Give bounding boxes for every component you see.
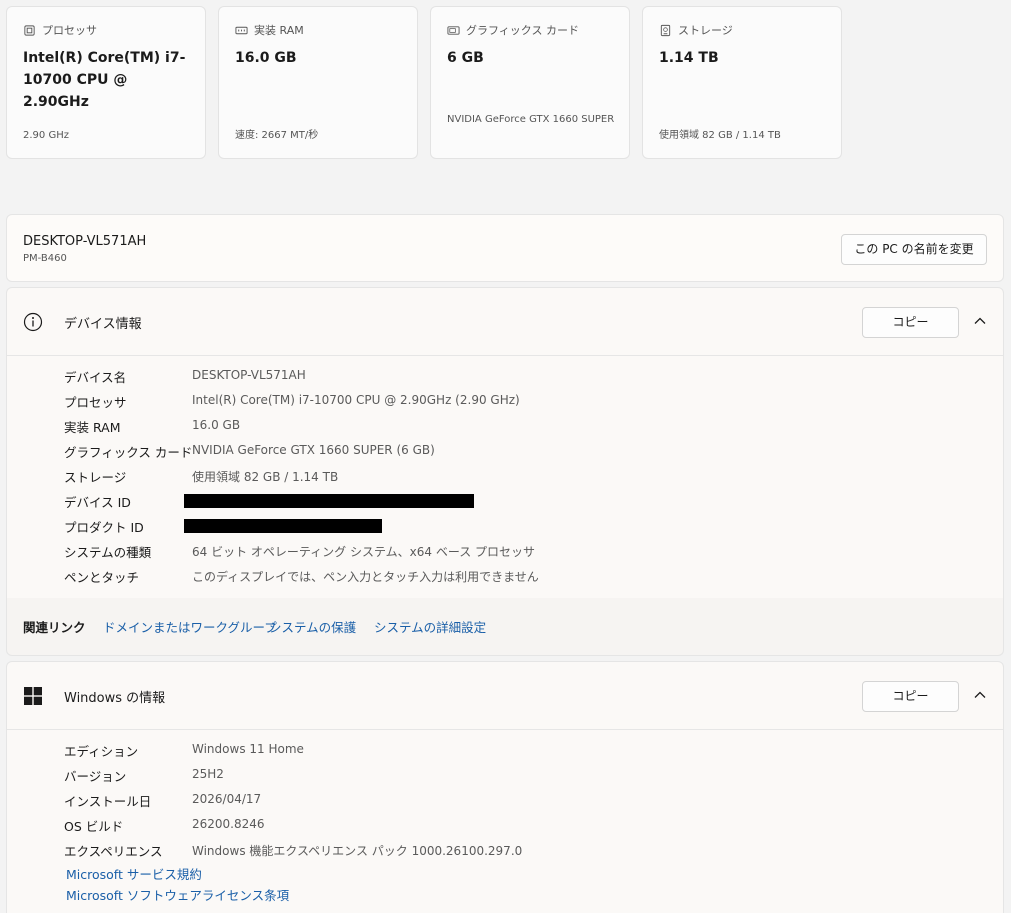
spec-card-ram: 実装 RAM 16.0 GB 速度: 2667 MT/秒 — [218, 6, 418, 159]
spec-card-header: プロセッサ — [23, 22, 97, 38]
info-icon — [23, 312, 43, 332]
info-row: インストール日 2026/04/17 — [64, 787, 1003, 812]
info-value: このディスプレイでは、ペン入力とタッチ入力は利用できません — [192, 570, 539, 584]
info-key: プロダクト ID — [64, 520, 144, 535]
ram-icon — [235, 26, 248, 34]
info-key: グラフィックス カード — [64, 445, 193, 460]
info-key: 実装 RAM — [64, 420, 121, 435]
windows-info-section: Windows の情報 コピー エディション Windows 11 Home バー… — [6, 661, 1004, 913]
info-row: デバイス ID — [64, 488, 1003, 513]
redaction-bar — [184, 494, 474, 508]
info-key: インストール日 — [64, 794, 152, 809]
info-key: デバイス名 — [64, 370, 127, 385]
info-row: バージョン 25H2 — [64, 762, 1003, 787]
info-row: プロセッサ Intel(R) Core(TM) i7-10700 CPU @ 2.… — [64, 388, 1003, 413]
info-row: 実装 RAM 16.0 GB — [64, 413, 1003, 438]
link-domain-workgroup[interactable]: ドメインまたはワークグループ — [103, 617, 277, 636]
pc-name: DESKTOP-VL571AH — [23, 234, 147, 249]
spec-card-header: 実装 RAM — [235, 22, 304, 38]
spec-card-storage: ストレージ 1.14 TB 使用領域 82 GB / 1.14 TB — [642, 6, 842, 159]
info-key: システムの種類 — [64, 545, 152, 560]
link-service-agreement[interactable]: Microsoft サービス規約 — [66, 864, 289, 885]
storage-icon — [660, 24, 671, 36]
spec-card-sub: 2.90 GHz — [23, 130, 69, 141]
info-key: ペンとタッチ — [64, 570, 140, 585]
info-row: ストレージ 使用領域 82 GB / 1.14 TB — [64, 463, 1003, 488]
info-value: 25H2 — [192, 767, 224, 781]
info-value: 64 ビット オペレーティング システム、x64 ベース プロセッサ — [192, 545, 536, 559]
related-links-bar: 関連リンク ドメインまたはワークグループ システムの保護 システムの詳細設定 — [6, 598, 1004, 656]
link-system-protection[interactable]: システムの保護 — [269, 617, 356, 636]
info-row: エクスペリエンス Windows 機能エクスペリエンス パック 1000.2610… — [64, 837, 1003, 862]
spec-card-sub: 速度: 2667 MT/秒 — [235, 130, 319, 141]
rename-pc-button[interactable]: この PC の名前を変更 — [841, 234, 987, 265]
spec-card-value: 16.0 GB — [235, 50, 297, 66]
spec-card-value: 6 GB — [447, 50, 484, 66]
info-value: 26200.8246 — [192, 817, 265, 831]
info-value: DESKTOP-VL571AH — [192, 368, 306, 382]
cpu-icon — [24, 24, 35, 36]
copy-device-info-button[interactable]: コピー — [862, 307, 959, 338]
info-key: エクスペリエンス — [64, 844, 163, 859]
link-license-terms[interactable]: Microsoft ソフトウェアライセンス条項 — [66, 885, 289, 906]
info-row: プロダクト ID — [64, 513, 1003, 538]
pc-name-panel: DESKTOP-VL571AH PM-B460 この PC の名前を変更 — [6, 214, 1004, 282]
spec-card-label: 実装 RAM — [254, 24, 304, 37]
spec-card-sub: NVIDIA GeForce GTX 1660 SUPER — [447, 114, 615, 125]
link-advanced-system-settings[interactable]: システムの詳細設定 — [374, 617, 486, 636]
spec-card-value: Intel(R) Core(TM) i7-10700 CPU @ 2.90GHz — [23, 50, 186, 110]
pc-model: PM-B460 — [23, 253, 67, 264]
info-key: OS ビルド — [64, 819, 124, 834]
device-info-rows: デバイス名 DESKTOP-VL571AH プロセッサ Intel(R) Core(… — [64, 363, 1003, 588]
info-row: OS ビルド 26200.8246 — [64, 812, 1003, 837]
device-info-section: デバイス情報 コピー デバイス名 DESKTOP-VL571AH プロセッサ Int… — [6, 287, 1004, 599]
gpu-icon — [447, 25, 460, 35]
spec-card-value: 1.14 TB — [659, 50, 719, 66]
windows-info-title: Windows の情報 — [64, 691, 166, 706]
info-value: Windows 機能エクスペリエンス パック 1000.26100.297.0 — [192, 844, 523, 858]
spec-card-label: グラフィックス カード — [466, 24, 579, 37]
info-value: Intel(R) Core(TM) i7-10700 CPU @ 2.90GHz… — [192, 393, 520, 407]
info-value: 16.0 GB — [192, 418, 241, 432]
device-info-header[interactable]: デバイス情報 コピー — [7, 288, 1003, 356]
spec-card-processor: プロセッサ Intel(R) Core(TM) i7-10700 CPU @ 2… — [6, 6, 206, 159]
info-key: エディション — [64, 744, 139, 759]
info-key: デバイス ID — [64, 495, 131, 510]
related-links-label: 関連リンク — [23, 620, 86, 635]
info-row: システムの種類 64 ビット オペレーティング システム、x64 ベース プロセッ… — [64, 538, 1003, 563]
redaction-bar — [184, 519, 382, 533]
spec-card-header: グラフィックス カード — [447, 22, 579, 38]
info-row: エディション Windows 11 Home — [64, 737, 1003, 762]
copy-windows-info-button[interactable]: コピー — [862, 681, 959, 712]
info-key: ストレージ — [64, 470, 127, 485]
info-row: デバイス名 DESKTOP-VL571AH — [64, 363, 1003, 388]
windows-info-header[interactable]: Windows の情報 コピー — [7, 662, 1003, 730]
windows-legal-links: Microsoft サービス規約 Microsoft ソフトウェアライセンス条項 — [66, 864, 289, 906]
chevron-up-icon[interactable] — [973, 688, 987, 702]
info-key: プロセッサ — [64, 395, 127, 410]
chevron-up-icon[interactable] — [973, 314, 987, 328]
info-value: 使用領域 82 GB / 1.14 TB — [192, 470, 339, 484]
info-row: ペンとタッチ このディスプレイでは、ペン入力とタッチ入力は利用できません — [64, 563, 1003, 588]
info-row: グラフィックス カード NVIDIA GeForce GTX 1660 SUPER… — [64, 438, 1003, 463]
windows-info-rows: エディション Windows 11 Home バージョン 25H2 インストール日 2… — [64, 737, 1003, 862]
spec-card-label: ストレージ — [678, 24, 733, 37]
spec-card-gpu: グラフィックス カード 6 GB NVIDIA GeForce GTX 1660… — [430, 6, 630, 159]
info-value: Windows 11 Home — [192, 742, 304, 756]
spec-card-sub: 使用領域 82 GB / 1.14 TB — [659, 130, 781, 141]
spec-card-header: ストレージ — [659, 22, 733, 38]
info-value: NVIDIA GeForce GTX 1660 SUPER (6 GB) — [192, 443, 435, 457]
device-info-title: デバイス情報 — [64, 317, 142, 332]
windows-logo-icon — [24, 687, 42, 705]
info-key: バージョン — [64, 769, 127, 784]
spec-card-label: プロセッサ — [42, 24, 97, 37]
info-value: 2026/04/17 — [192, 792, 262, 806]
